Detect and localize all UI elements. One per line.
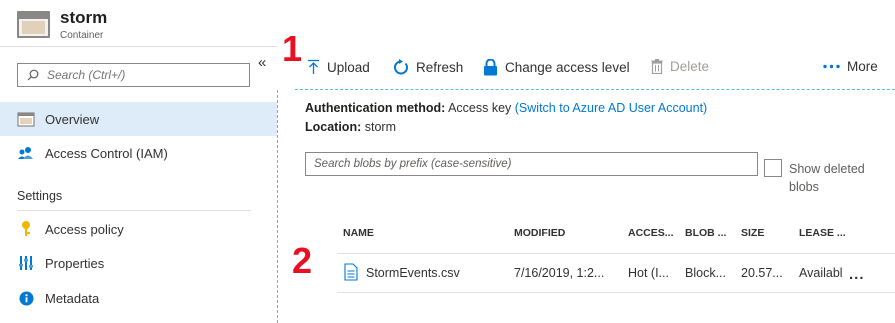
sidebar-item-label: Access policy [45, 221, 124, 237]
upload-button[interactable]: Upload [307, 59, 370, 75]
blob-name[interactable]: StormEvents.csv [366, 266, 460, 280]
auth-label: Authentication method: [305, 101, 446, 115]
show-deleted-label: Show deleted blobs [789, 162, 865, 194]
auth-value: Access key [448, 101, 512, 115]
sidebar-search-input[interactable] [47, 68, 237, 82]
table-row-divider [337, 292, 895, 293]
blob-access-tier: Hot (I... [628, 266, 669, 280]
key-icon [17, 220, 35, 238]
sidebar: « Overview Access Control (IAM) Settings… [0, 46, 277, 323]
sidebar-item-label: Properties [45, 255, 105, 271]
blob-size: 20.57... [741, 266, 783, 280]
page-title: storm [60, 8, 108, 27]
header-row-divider [337, 253, 895, 254]
blob-modified: 7/16/2019, 1:2... [514, 266, 605, 280]
refresh-label: Refresh [416, 60, 464, 75]
blob-lease-state: Availabl [799, 266, 843, 280]
info-icon [17, 289, 35, 307]
more-button[interactable]: More [823, 59, 878, 74]
sidebar-item-iam[interactable]: Access Control (IAM) [0, 136, 277, 170]
sidebar-item-label: Metadata [45, 290, 100, 306]
sidebar-item-label: Overview [45, 111, 100, 127]
sidebar-item-access-policy[interactable]: Access policy [0, 212, 277, 246]
file-icon [344, 263, 358, 281]
annotation-2: 2 [292, 240, 313, 281]
refresh-button[interactable]: Refresh [392, 59, 463, 76]
refresh-icon [392, 59, 409, 76]
column-header-size[interactable]: SIZE [741, 227, 764, 239]
auth-info: Authentication method: Access key (Switc… [305, 101, 707, 115]
iam-icon [17, 144, 35, 162]
upload-label: Upload [327, 59, 370, 75]
column-header-modified[interactable]: MODIFIED [514, 227, 565, 239]
page-subtitle: Container [60, 30, 104, 41]
properties-icon [17, 254, 35, 272]
container-icon [17, 11, 50, 38]
sidebar-search[interactable] [17, 63, 250, 87]
column-header-name[interactable]: NAME [343, 227, 374, 239]
sidebar-item-metadata[interactable]: Metadata [0, 281, 277, 315]
blob-search-input[interactable]: Search blobs by prefix (case-sensitive) [305, 152, 758, 176]
blob-type: Block... [685, 266, 726, 280]
overview-icon [17, 110, 35, 128]
toolbar-divider [295, 89, 895, 90]
lock-icon [483, 59, 498, 76]
search-icon [27, 69, 39, 81]
trash-icon [651, 59, 663, 74]
location-value: storm [364, 120, 396, 134]
collapse-sidebar-button[interactable]: « [258, 54, 266, 71]
upload-icon [307, 59, 320, 75]
location-info: Location: storm [305, 120, 396, 134]
change-access-label: Change access level [505, 60, 630, 75]
location-label: Location: [305, 120, 362, 134]
switch-auth-link[interactable]: (Switch to Azure AD User Account) [515, 101, 707, 115]
more-label: More [847, 59, 878, 74]
delete-button[interactable]: Delete [651, 59, 709, 74]
sidebar-item-properties[interactable]: Properties [0, 246, 277, 280]
section-divider [17, 210, 251, 211]
panel-divider [277, 90, 278, 323]
delete-label: Delete [670, 59, 710, 74]
settings-section-label: Settings [17, 189, 63, 203]
toolbar: Upload Refresh Change access level Delet… [277, 46, 895, 90]
show-deleted-checkbox[interactable] [764, 159, 782, 177]
column-header-lease[interactable]: LEASE ... [799, 227, 846, 239]
annotation-1: 1 [282, 28, 303, 69]
ellipsis-icon [823, 64, 840, 69]
sidebar-item-label: Access Control (IAM) [45, 145, 168, 161]
page-header: storm Container [0, 0, 895, 46]
row-more-button[interactable]: ... [849, 266, 865, 283]
column-header-access[interactable]: ACCES... [628, 227, 674, 239]
sidebar-item-overview[interactable]: Overview [0, 102, 277, 136]
change-access-level-button[interactable]: Change access level [483, 59, 630, 76]
column-header-blob-type[interactable]: BLOB ... [685, 227, 726, 239]
